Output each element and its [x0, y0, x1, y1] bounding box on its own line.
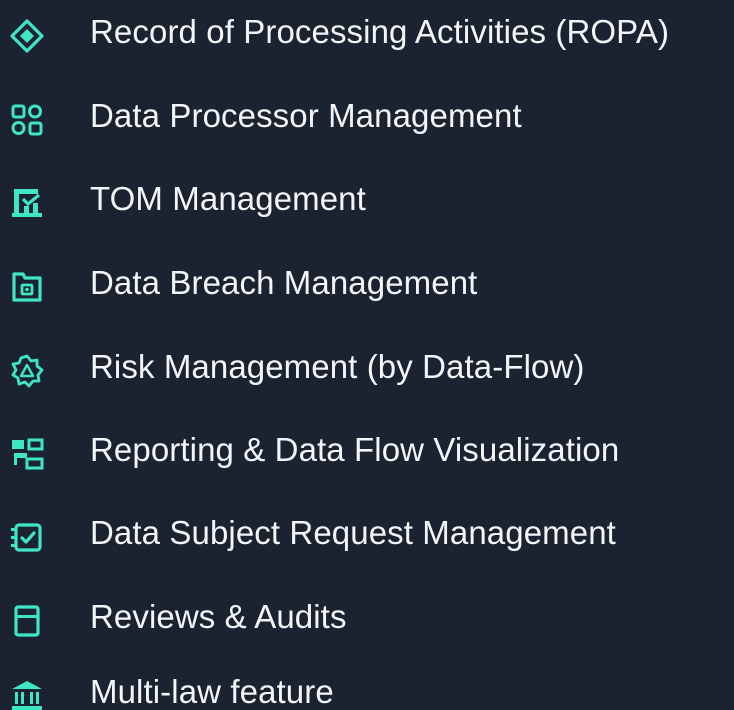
- measure-checklist-icon: [10, 186, 44, 220]
- menu-item-label: Reporting & Data Flow Visualization: [90, 431, 620, 468]
- feature-menu: Record of Processing Activities (ROPA) D…: [0, 0, 734, 710]
- menu-item-ropa[interactable]: Record of Processing Activities (ROPA): [0, 10, 734, 66]
- folder-lock-icon: [10, 270, 44, 304]
- menu-item-reviews[interactable]: Reviews & Audits: [0, 595, 734, 651]
- menu-item-reporting[interactable]: Reporting & Data Flow Visualization: [0, 428, 734, 484]
- menu-item-label: Data Breach Management: [90, 264, 478, 301]
- menu-item-label: Record of Processing Activities (ROPA): [90, 13, 670, 50]
- menu-item-data-breach[interactable]: Data Breach Management: [0, 261, 734, 317]
- menu-item-data-processor[interactable]: Data Processor Management: [0, 94, 734, 150]
- menu-item-label: Data Subject Request Management: [90, 514, 616, 551]
- archive-box-icon: [10, 604, 44, 638]
- menu-item-label: Risk Management (by Data-Flow): [90, 348, 585, 385]
- checkbox-request-icon: [10, 520, 44, 554]
- diamond-icon: [10, 19, 44, 53]
- menu-item-risk[interactable]: Risk Management (by Data-Flow): [0, 345, 734, 401]
- menu-item-dsr[interactable]: Data Subject Request Management: [0, 511, 734, 567]
- menu-item-label: Reviews & Audits: [90, 598, 347, 635]
- menu-item-label: Multi-law feature: [90, 673, 334, 710]
- warning-gear-icon: [10, 354, 44, 388]
- menu-item-label: TOM Management: [90, 180, 366, 217]
- processor-nodes-icon: [10, 103, 44, 137]
- menu-item-tom[interactable]: TOM Management: [0, 177, 734, 233]
- menu-item-label: Data Processor Management: [90, 97, 522, 134]
- bank-icon: [10, 679, 44, 710]
- flow-chart-icon: [10, 437, 44, 471]
- menu-item-multi-law[interactable]: Multi-law feature: [0, 670, 734, 710]
